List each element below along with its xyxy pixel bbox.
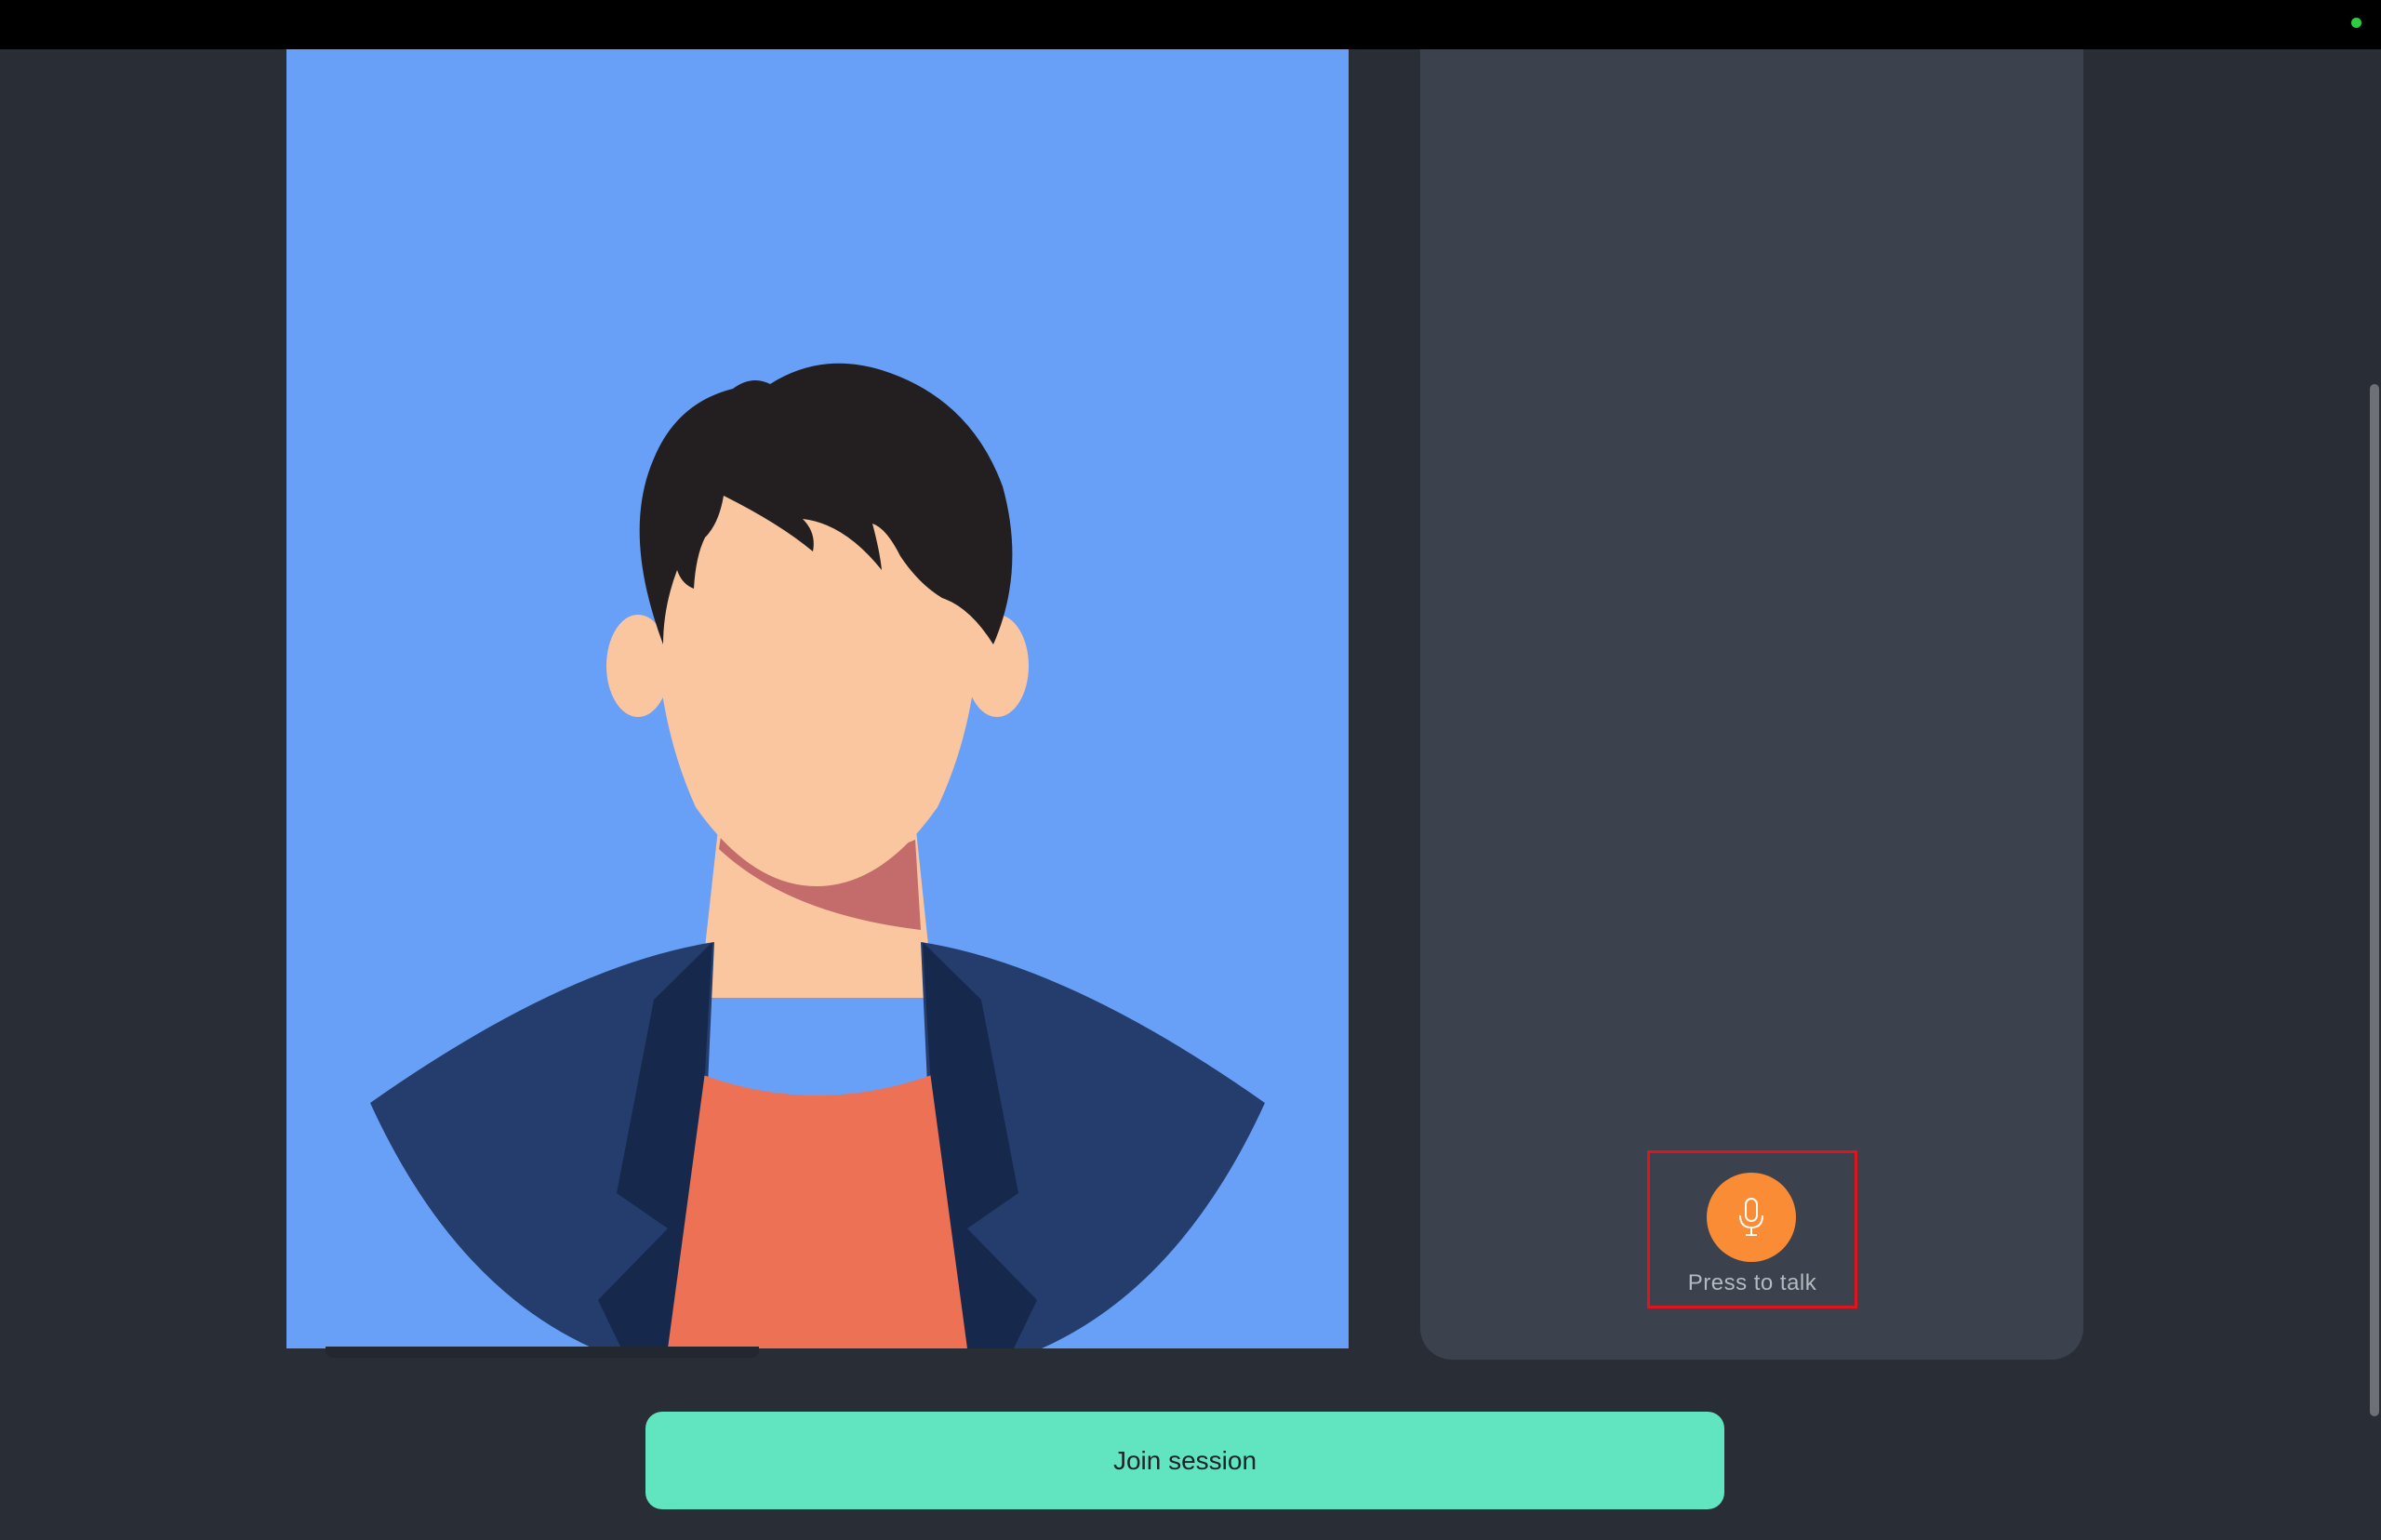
avatar-shirt — [665, 1072, 970, 1348]
top-bar — [0, 0, 2381, 49]
press-to-talk-button[interactable] — [1707, 1173, 1796, 1262]
status-indicator-dot — [2351, 18, 2361, 28]
microphone-icon — [1739, 1198, 1763, 1236]
join-session-button[interactable]: Join session — [645, 1412, 1724, 1509]
avatar-panel-shadow — [326, 1347, 759, 1358]
press-to-talk-label: Press to talk — [1687, 1270, 1817, 1295]
avatar-video-panel — [286, 49, 1349, 1348]
page-scrollbar[interactable] — [2368, 49, 2381, 1540]
person-avatar-illustration — [286, 49, 1349, 1348]
scrollbar-thumb[interactable] — [2370, 384, 2379, 1416]
